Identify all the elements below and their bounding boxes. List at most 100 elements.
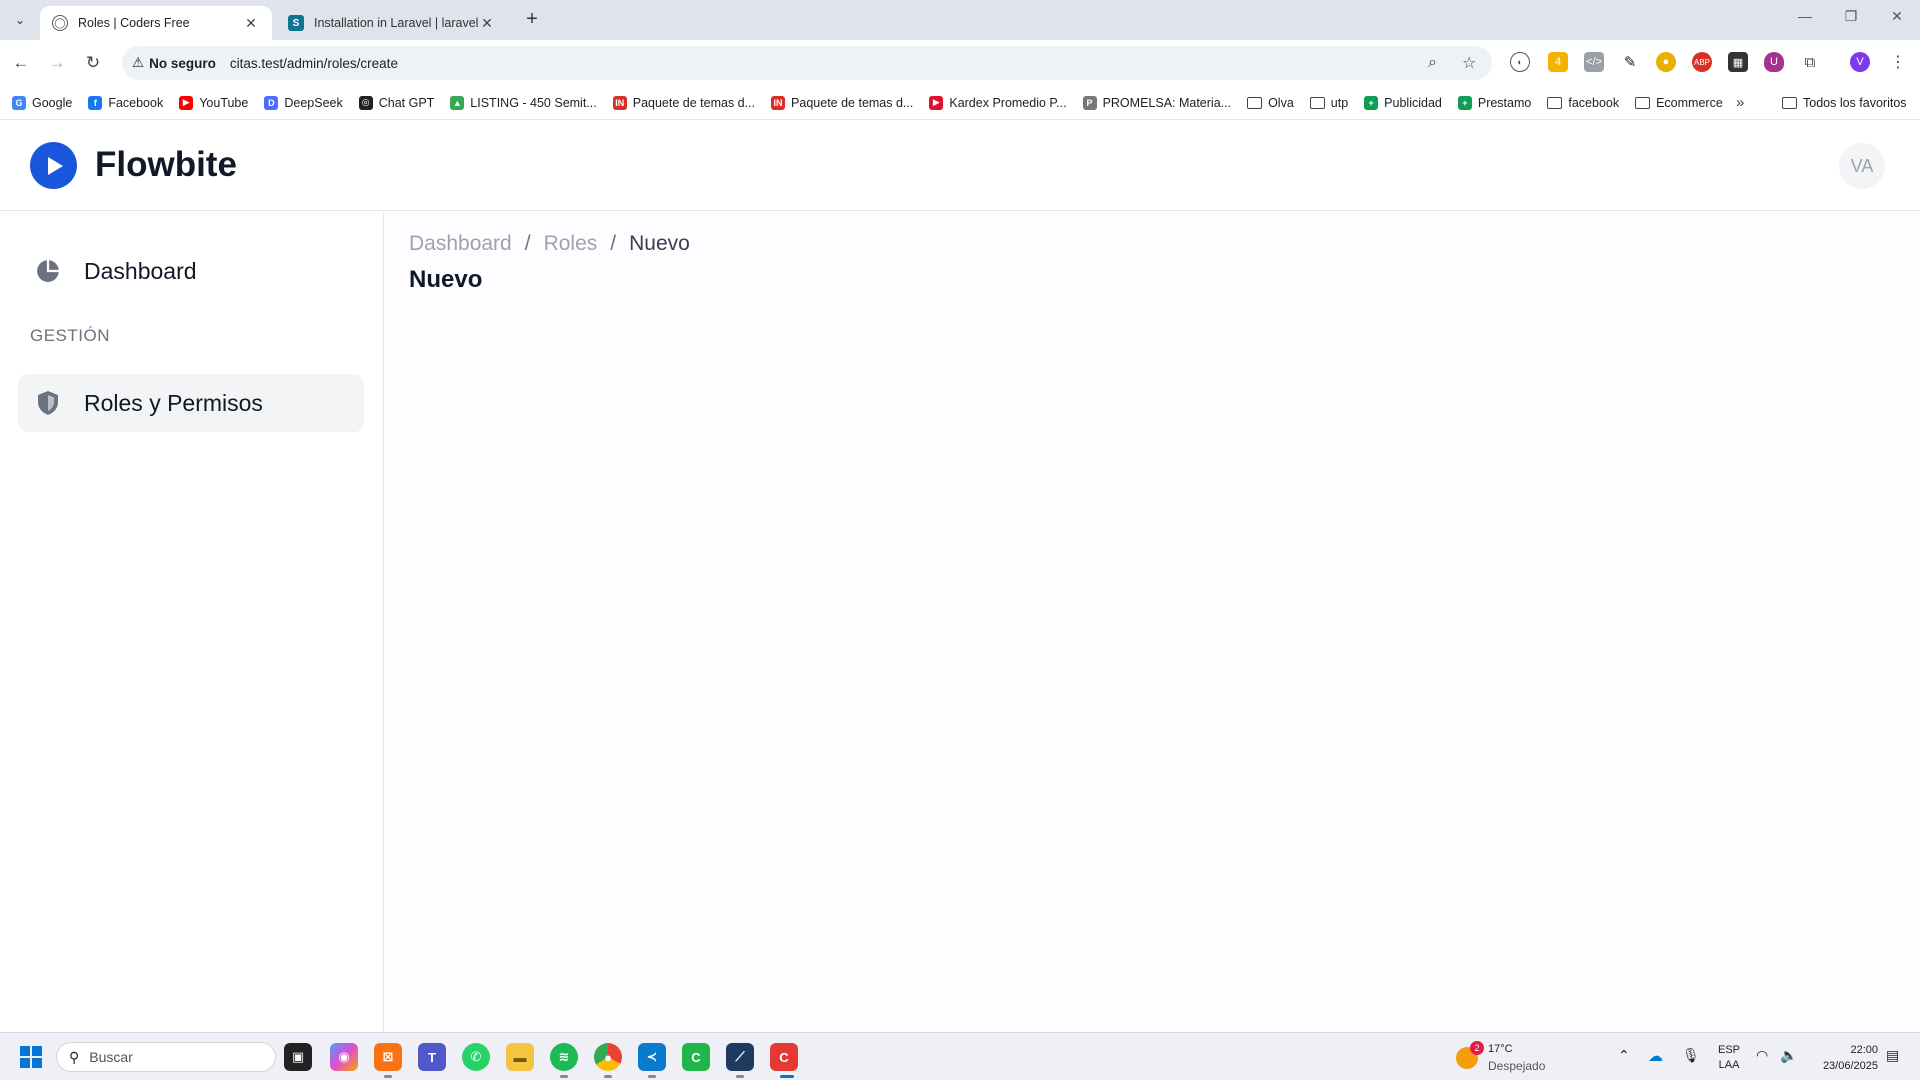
weather-badge: 2 [1470, 1041, 1484, 1055]
bookmark-favicon-icon: ◎ [358, 95, 373, 110]
bookmark-item[interactable]: ▶ YouTube [179, 95, 248, 110]
minimize-icon[interactable]: — [1790, 8, 1820, 24]
back-arrow-icon[interactable]: ← [10, 52, 32, 74]
bookmark-item[interactable]: Olva [1247, 96, 1294, 110]
file-explorer-icon[interactable]: ▬ [506, 1043, 534, 1071]
close-window-icon[interactable]: ✕ [1882, 8, 1912, 25]
bookmark-star-icon[interactable]: ☆ [1462, 53, 1476, 73]
windows-start-icon[interactable] [20, 1046, 42, 1068]
bookmark-item[interactable]: ▲ LISTING - 450 Semit... [450, 95, 597, 110]
extension-color-icon[interactable]: ● [1656, 52, 1676, 72]
forward-arrow-icon[interactable]: → [46, 52, 68, 74]
more-bookmarks-chevron-icon[interactable]: » [1736, 94, 1744, 111]
adblock-icon[interactable]: ABP [1692, 52, 1712, 72]
volume-icon[interactable]: 🔈 [1780, 1047, 1797, 1064]
tab-title: Roles | Coders Free [78, 16, 190, 30]
bookmark-item[interactable]: + Prestamo [1457, 95, 1532, 110]
bookmark-label: DeepSeek [284, 95, 343, 110]
close-tab-icon[interactable]: ✕ [478, 15, 496, 32]
bookmark-item[interactable]: facebook [1547, 96, 1619, 110]
taskbar-search-placeholder: Buscar [89, 1049, 133, 1065]
bookmark-item[interactable]: IN Paquete de temas d... [612, 95, 755, 110]
bookmark-label: Prestamo [1477, 95, 1532, 110]
bookmark-item[interactable]: utp [1309, 96, 1348, 110]
brand-name[interactable]: Flowbite [95, 145, 237, 185]
kebab-menu-icon[interactable]: ⋮ [1888, 52, 1908, 72]
folder-icon [1782, 96, 1797, 109]
chrome-icon[interactable]: ● [594, 1043, 622, 1071]
tab-title: Installation in Laravel | laravel-p [314, 16, 478, 30]
bookmark-item[interactable]: G Google [12, 95, 73, 110]
whatsapp-icon[interactable]: ✆ [462, 1043, 490, 1071]
copilot-icon[interactable]: ◉ [330, 1043, 358, 1071]
spotify-icon[interactable]: ≋ [550, 1043, 578, 1071]
app-green-icon[interactable]: C [682, 1043, 710, 1071]
app-header: Flowbite VA [0, 121, 1920, 211]
browser-tab-active[interactable]: ◯ Roles | Coders Free ✕ [40, 6, 272, 40]
bookmark-item[interactable]: ▶ Kardex Promedio P... [929, 95, 1067, 110]
tab-search-chevron-icon[interactable]: ⌄ [8, 8, 32, 32]
microphone-icon[interactable]: 🎙 [1682, 1047, 1700, 1064]
xampp-icon[interactable]: ⊠ [374, 1043, 402, 1071]
bookmark-item[interactable]: Ecommerce [1635, 96, 1723, 110]
taskbar-search[interactable]: ⚲ Buscar [56, 1042, 276, 1072]
security-chip[interactable]: ⚠ No seguro [132, 55, 216, 71]
bookmark-item[interactable]: D DeepSeek [264, 95, 343, 110]
notifications-icon[interactable]: ▤ [1886, 1047, 1899, 1064]
all-bookmarks-button[interactable]: Todos los favoritos [1782, 96, 1907, 110]
close-tab-icon[interactable]: ✕ [242, 15, 260, 32]
sidebar-item-roles[interactable]: Roles y Permisos [18, 374, 364, 432]
reload-icon[interactable]: ↻ [82, 52, 104, 74]
vscode-icon[interactable]: ≺ [638, 1043, 666, 1071]
terminal-app-icon[interactable]: ⟋ [726, 1043, 754, 1071]
app-red-icon[interactable]: C [770, 1043, 798, 1071]
extension-reader-icon[interactable]: ◐ [1510, 52, 1530, 72]
bookmark-favicon-icon: + [1457, 95, 1472, 110]
extension-badge-icon[interactable]: 4 [1548, 52, 1568, 72]
bookmark-label: PROMELSA: Materia... [1102, 95, 1232, 110]
sidebar-section-heading: GESTIÓN [30, 326, 111, 345]
bookmark-item[interactable]: IN Paquete de temas d... [771, 95, 913, 110]
flowbite-logo-icon[interactable] [30, 142, 77, 189]
bookmark-item[interactable]: P PROMELSA: Materia... [1082, 95, 1232, 110]
new-tab-icon[interactable]: + [520, 8, 544, 31]
zoom-icon[interactable]: ⌕ [1428, 54, 1437, 72]
eyedropper-icon[interactable]: ✎ [1620, 52, 1640, 72]
shield-extension-icon[interactable]: U [1764, 52, 1784, 72]
bookmark-favicon-icon: IN [612, 95, 627, 110]
user-avatar[interactable]: VA [1839, 143, 1885, 189]
bookmark-label: Google [32, 95, 73, 110]
teams-icon[interactable]: T [418, 1043, 446, 1071]
address-bar[interactable]: ⚠ No seguro citas.test/admin/roles/creat… [122, 46, 1492, 80]
bookmark-label: Publicidad [1384, 95, 1442, 110]
clock[interactable]: 22:00 23/06/2025 [1806, 1042, 1878, 1074]
puzzle-extensions-icon[interactable]: ⧉ [1800, 52, 1820, 72]
bookmark-favicon-icon: IN [771, 95, 786, 110]
bookmark-label: Chat GPT [378, 95, 435, 110]
windows-taskbar: ⚲ Buscar ▣ ◉ ⊠ T ✆ ▬ ≋ ● ≺ C ⟋ C 2 17°C … [0, 1032, 1920, 1080]
bookmark-item[interactable]: f Facebook [88, 95, 163, 110]
browser-tab[interactable]: S Installation in Laravel | laravel-p ✕ [276, 6, 508, 40]
qr-code-icon[interactable]: ▦ [1728, 52, 1748, 72]
sidebar-item-dashboard[interactable]: Dashboard [18, 242, 364, 300]
restore-icon[interactable]: ❐ [1836, 8, 1866, 25]
breadcrumb-link-roles[interactable]: Roles [544, 232, 598, 256]
bookmark-label: LISTING - 450 Semit... [470, 95, 597, 110]
bookmark-favicon-icon: ▲ [450, 95, 465, 110]
wifi-icon[interactable]: ◠ [1756, 1047, 1768, 1064]
bookmark-item[interactable]: ◎ Chat GPT [358, 95, 435, 110]
profile-avatar-icon[interactable]: V [1850, 52, 1870, 72]
extension-code-icon[interactable]: </> [1584, 52, 1604, 72]
task-view-icon[interactable]: ▣ [284, 1043, 312, 1071]
chart-pie-icon [34, 257, 62, 285]
breadcrumb-separator: / [524, 232, 531, 255]
url-text[interactable]: citas.test/admin/roles/create [230, 56, 398, 71]
language-indicator[interactable]: ESP LAA [1718, 1043, 1740, 1073]
onedrive-cloud-icon[interactable]: ☁ [1648, 1047, 1663, 1065]
breadcrumb-separator: / [610, 232, 617, 255]
breadcrumb-link-dashboard[interactable]: Dashboard [409, 232, 512, 256]
bookmark-favicon-icon: f [88, 95, 103, 110]
tray-chevron-up-icon[interactable]: ⌃ [1618, 1047, 1630, 1064]
all-bookmarks-label: Todos los favoritos [1803, 95, 1907, 110]
bookmark-item[interactable]: + Publicidad [1364, 95, 1442, 110]
